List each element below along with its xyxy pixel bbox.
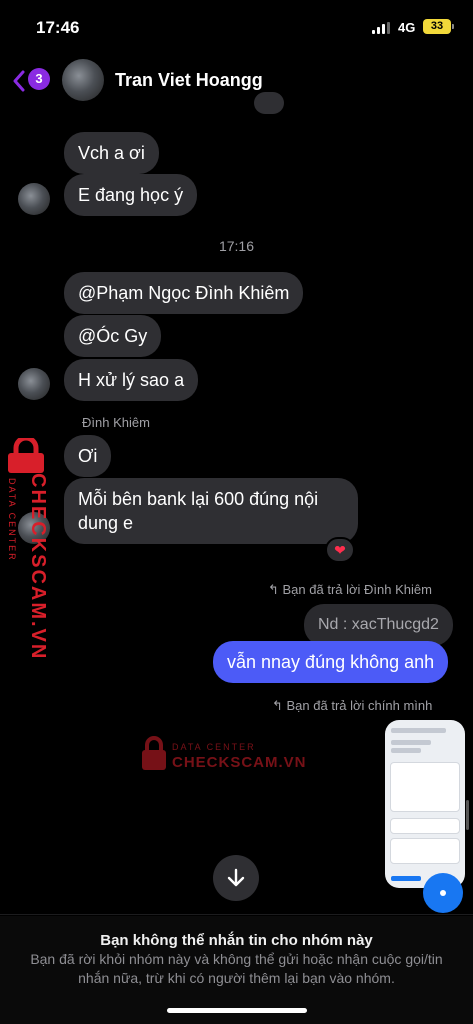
chat-header: 3 Tran Viet Hoangg — [0, 52, 473, 108]
lock-icon — [8, 438, 44, 473]
status-bar: 17:46 4G 33 — [0, 0, 473, 50]
chat-title[interactable]: Tran Viet Hoangg — [115, 70, 263, 91]
scrollbar[interactable] — [466, 800, 469, 830]
message-bubble[interactable]: H xử lý sao a — [64, 359, 199, 401]
message-bubble[interactable]: Vch a ơi — [64, 132, 159, 174]
watermark-big-text: CHECKSCAM.VN — [172, 754, 307, 771]
back-button[interactable]: 3 — [12, 66, 52, 94]
message-bubble[interactable]: Ơi — [64, 435, 112, 477]
avatar[interactable] — [18, 368, 50, 400]
watermark-small-text: DATA CENTER — [7, 478, 17, 562]
watermark-small-text: DATA CENTER — [172, 742, 256, 752]
footer-body: Bạn đã rời khỏi nhóm này và không thể gử… — [30, 951, 443, 986]
watermark-big-text: CHECKSCAM.VN — [27, 473, 49, 661]
reply-icon: ↰ — [272, 698, 287, 713]
battery-icon: 33 — [423, 19, 454, 34]
message-bubble[interactable]: Mỗi bên bank lại 600 đúng nội dung e — [64, 478, 358, 544]
reaction-badge[interactable] — [254, 92, 284, 114]
lock-icon — [142, 736, 166, 770]
reply-icon: ↰ — [268, 582, 283, 597]
divider — [0, 914, 473, 915]
unread-count-badge: 3 — [28, 68, 50, 90]
watermark: DATA CENTER CHECKSCAM.VN — [4, 438, 50, 660]
sender-name: Đình Khiêm — [82, 415, 150, 430]
image-attachment[interactable] — [385, 720, 465, 888]
scroll-to-bottom-button[interactable] — [213, 855, 259, 901]
quoted-message[interactable]: Nd : xacThucgd2 — [304, 604, 453, 646]
watermark: DATA CENTER CHECKSCAM.VN — [140, 735, 306, 775]
heart-reaction-icon[interactable]: ❤ — [325, 537, 355, 563]
avatar[interactable] — [18, 183, 50, 215]
network-type: 4G — [398, 20, 416, 35]
reply-meta-text: Bạn đã trả lời Đình Khiêm — [282, 582, 432, 597]
arrow-down-icon — [227, 868, 245, 887]
message-bubble[interactable]: @Phạm Ngọc Đình Khiêm — [64, 272, 304, 314]
status-time: 17:46 — [36, 18, 80, 37]
signal-icon — [372, 22, 392, 34]
floating-action-button[interactable] — [423, 873, 463, 913]
avatar[interactable] — [62, 59, 104, 101]
reply-indicator: ↰ Bạn đã trả lời Đình Khiêm — [268, 582, 432, 598]
message-timestamp: 17:16 — [218, 238, 255, 254]
message-bubble[interactable]: E đang học ý — [64, 174, 198, 216]
message-bubble[interactable]: @Óc Gy — [64, 315, 162, 357]
reply-meta-text: Bạn đã trả lời chính mình — [286, 698, 433, 713]
message-bubble-mine[interactable]: vẫn nnay đúng không anh — [213, 641, 449, 683]
chevron-left-icon — [13, 70, 25, 92]
footer-title: Bạn không thể nhắn tin cho nhóm này — [100, 932, 373, 949]
reply-indicator: ↰ Bạn đã trả lời chính mình — [272, 698, 432, 714]
home-indicator[interactable] — [167, 1008, 307, 1013]
